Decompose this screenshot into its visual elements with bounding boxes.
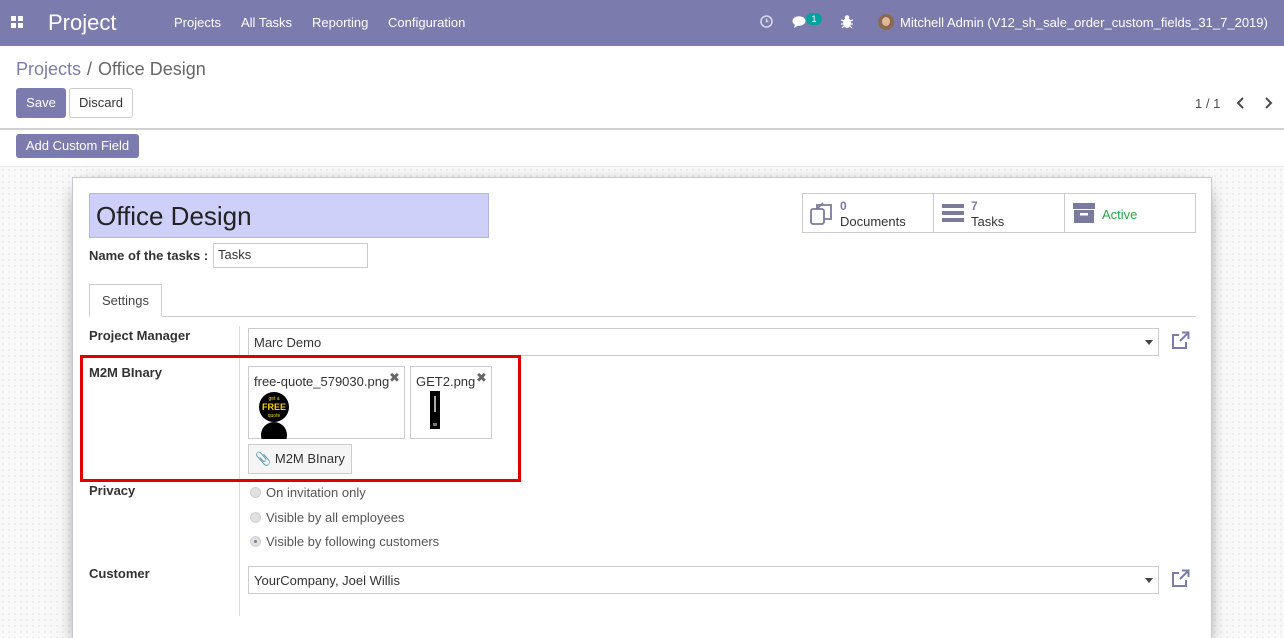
save-button[interactable]: Save bbox=[16, 88, 66, 118]
archive-icon bbox=[1073, 203, 1095, 223]
project-manager-select[interactable]: Marc Demo bbox=[248, 328, 1159, 356]
privacy-radio-employees[interactable] bbox=[250, 512, 261, 523]
tasks-name-label: Name of the tasks : bbox=[89, 248, 209, 263]
app-brand: Project bbox=[48, 10, 117, 35]
add-custom-field-button[interactable]: Add Custom Field bbox=[16, 134, 139, 158]
documents-icon bbox=[810, 202, 832, 225]
highlight-box bbox=[80, 355, 521, 482]
menu-configuration[interactable]: Configuration bbox=[388, 15, 465, 30]
tasks-icon bbox=[942, 204, 964, 222]
project-manager-value: Marc Demo bbox=[254, 335, 322, 350]
tasks-name-field[interactable]: Tasks bbox=[213, 243, 368, 268]
tab-settings[interactable]: Settings bbox=[89, 284, 162, 317]
tab-underline bbox=[89, 316, 1196, 317]
chevron-down-icon bbox=[1145, 340, 1153, 345]
privacy-radio-customers[interactable] bbox=[250, 536, 261, 547]
documents-label: Documents bbox=[840, 214, 906, 229]
breadcrumb-projects[interactable]: Projects bbox=[16, 59, 81, 80]
chevron-down-icon bbox=[1145, 578, 1153, 583]
project-name-field[interactable]: Office Design bbox=[89, 193, 489, 238]
tasks-button[interactable]: 7 Tasks bbox=[933, 193, 1065, 233]
privacy-option-label[interactable]: On invitation only bbox=[266, 485, 366, 500]
clock-icon[interactable] bbox=[759, 14, 774, 29]
discard-button[interactable]: Discard bbox=[69, 88, 133, 118]
control-panel-divider bbox=[0, 128, 1284, 130]
privacy-radio-invitation[interactable] bbox=[250, 487, 261, 498]
avatar[interactable] bbox=[878, 14, 894, 30]
active-label: Active bbox=[1102, 207, 1138, 222]
customer-select[interactable]: YourCompany, Joel Willis bbox=[248, 566, 1159, 594]
project-manager-label: Project Manager bbox=[89, 328, 191, 343]
bug-icon[interactable] bbox=[840, 14, 854, 29]
pager-prev-icon[interactable] bbox=[1236, 97, 1245, 109]
external-link-icon[interactable] bbox=[1170, 569, 1190, 588]
tasks-count: 7 bbox=[971, 199, 978, 213]
menu-projects[interactable]: Projects bbox=[174, 15, 221, 30]
menu-all-tasks[interactable]: All Tasks bbox=[241, 15, 292, 30]
chat-count-badge: 1 bbox=[806, 13, 822, 25]
pager-next-icon[interactable] bbox=[1264, 97, 1273, 109]
external-link-icon[interactable] bbox=[1170, 331, 1190, 350]
customer-label: Customer bbox=[89, 566, 150, 581]
documents-count: 0 bbox=[840, 199, 847, 213]
active-toggle-button[interactable]: Active bbox=[1064, 193, 1196, 233]
menu-reporting[interactable]: Reporting bbox=[312, 15, 368, 30]
privacy-label: Privacy bbox=[89, 483, 136, 498]
privacy-option-label[interactable]: Visible by following customers bbox=[266, 534, 439, 549]
breadcrumb-separator: / bbox=[87, 59, 93, 79]
tasks-label: Tasks bbox=[971, 214, 1005, 229]
privacy-option-label[interactable]: Visible by all employees bbox=[266, 510, 405, 525]
breadcrumb-current: Office Design bbox=[98, 59, 206, 79]
top-navbar: Project Projects All Tasks Reporting Con… bbox=[0, 0, 1284, 46]
apps-grid-icon[interactable] bbox=[11, 16, 23, 28]
user-menu[interactable]: Mitchell Admin (V12_sh_sale_order_custom… bbox=[900, 15, 1268, 30]
customer-value: YourCompany, Joel Willis bbox=[254, 573, 400, 588]
pager-value[interactable]: 1 / 1 bbox=[1195, 96, 1220, 111]
documents-button[interactable]: 0 Documents bbox=[802, 193, 934, 233]
